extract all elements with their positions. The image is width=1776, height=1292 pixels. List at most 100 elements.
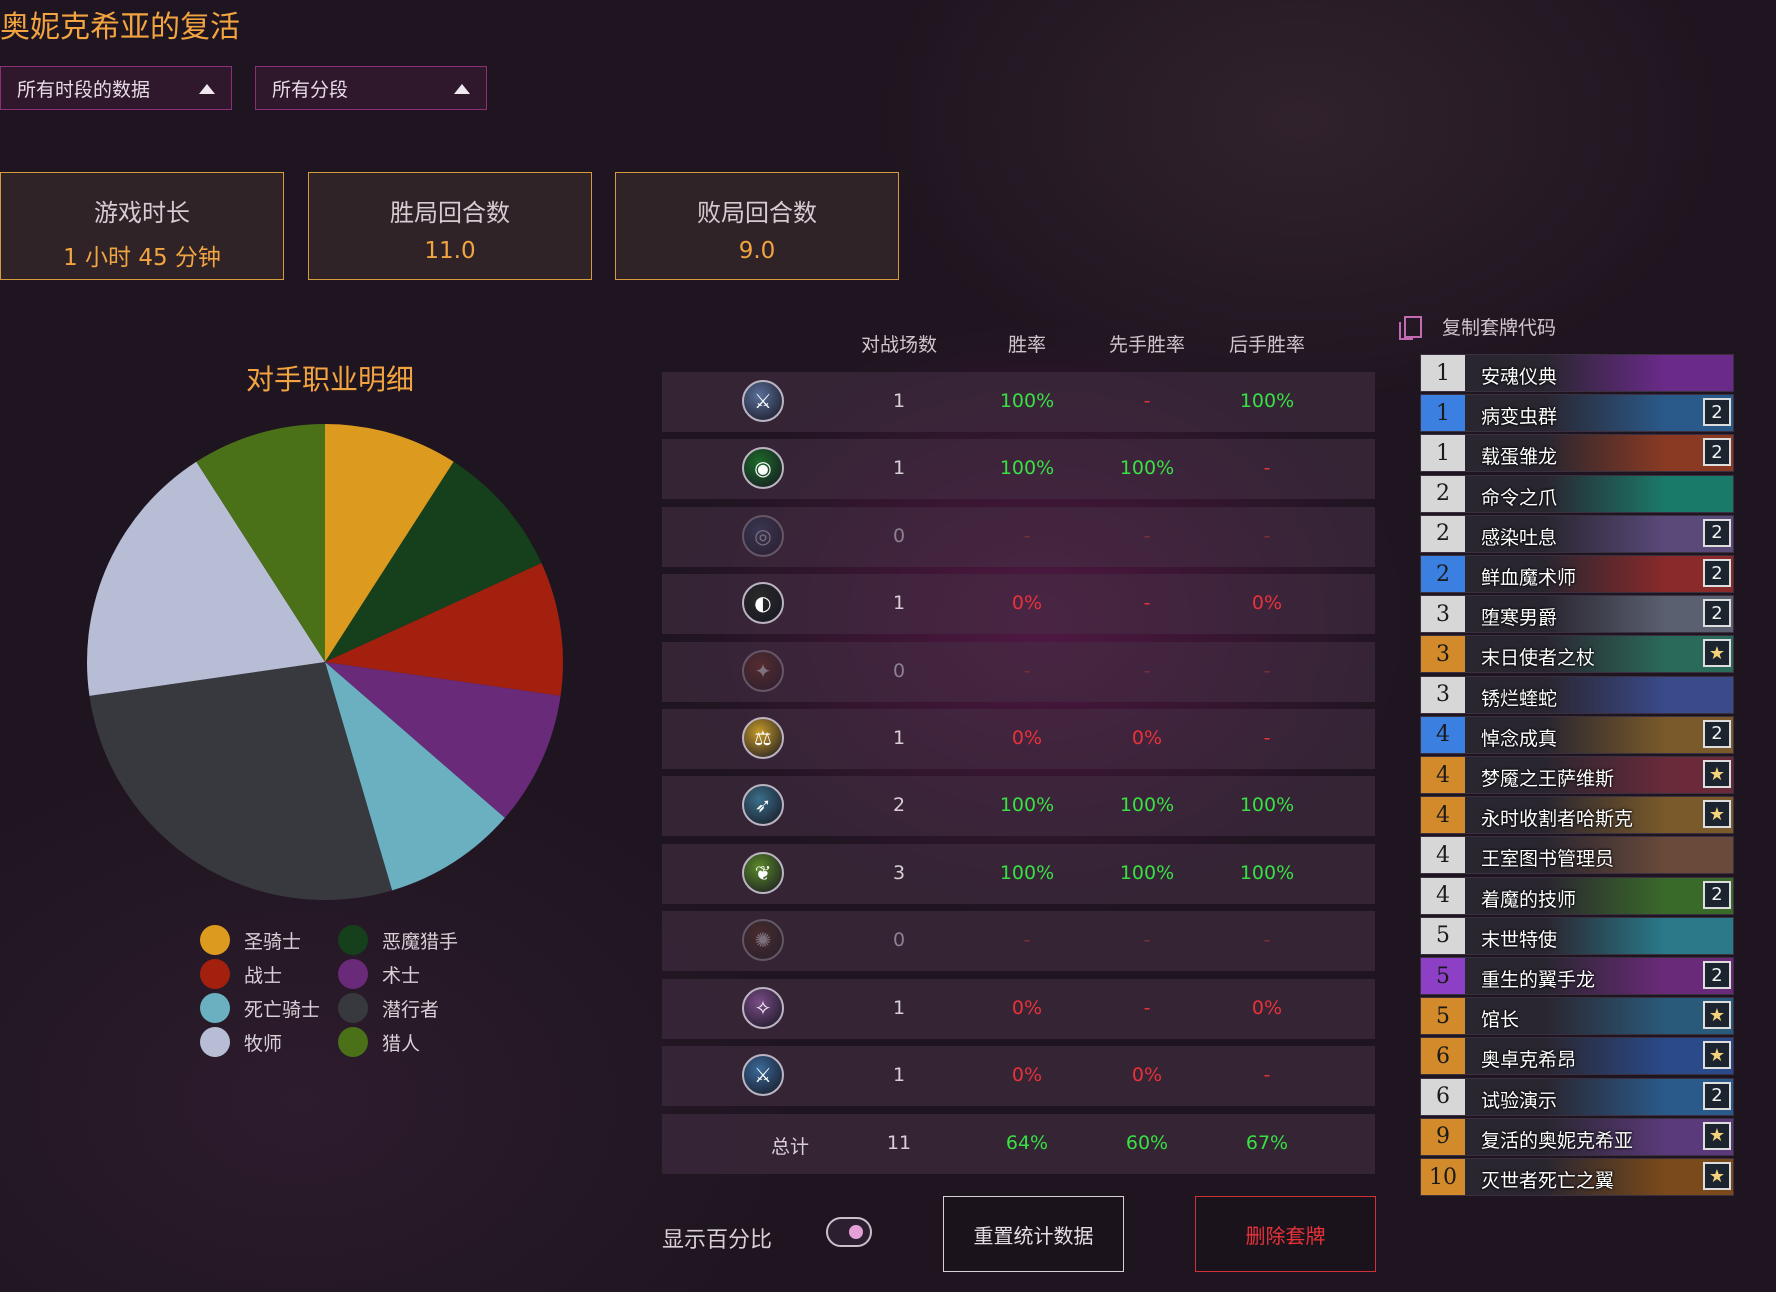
- table-row: ◉ 1 100% 100% -: [662, 439, 1375, 500]
- winrate: -: [1023, 929, 1031, 952]
- first-winrate: -: [1143, 524, 1151, 547]
- table-row: ⚔ 1 100% - 100%: [662, 372, 1375, 432]
- second-winrate: 100%: [1239, 861, 1295, 884]
- legend-swatch: [338, 959, 368, 989]
- card-name: 锈烂蝰蛇: [1481, 687, 1558, 710]
- deck-card[interactable]: 3 锈烂蝰蛇: [1420, 675, 1734, 714]
- deck-card[interactable]: 4 梦魇之王萨维斯 ★: [1420, 756, 1734, 794]
- death-knight-class-icon: ⚔: [742, 1054, 784, 1096]
- card-name: 载蛋雏龙: [1481, 446, 1558, 469]
- copy-deck-code-label: 复制套牌代码: [1442, 317, 1557, 339]
- deck-card[interactable]: 4 王室图书管理员: [1420, 836, 1734, 875]
- games-count: 1: [892, 592, 906, 615]
- deck-card[interactable]: 2 鲜血魔术师 2: [1420, 555, 1734, 593]
- legend-swatch: [200, 959, 230, 989]
- deck-card[interactable]: 5 末世特使: [1420, 916, 1734, 955]
- show-percent-label: 显示百分比: [662, 1228, 773, 1253]
- legendary-star-icon: ★: [1703, 800, 1731, 829]
- shaman-class-icon: ◎: [742, 514, 784, 557]
- second-winrate: -: [1263, 524, 1271, 547]
- time-filter-label: 所有时段的数据: [17, 78, 151, 101]
- deck-card[interactable]: 4 永时收割者哈斯克 ★: [1420, 796, 1734, 835]
- deck-card[interactable]: 6 试验演示 2: [1420, 1077, 1734, 1116]
- games-count: 0: [892, 524, 906, 547]
- winrate: 100%: [999, 457, 1055, 480]
- games-count: 0: [892, 659, 906, 682]
- caret-up-icon: [199, 84, 215, 94]
- table-row: ➶ 2 100% 100% 100%: [662, 776, 1375, 837]
- stat-value: 1 小时 45 分钟: [63, 245, 221, 271]
- deck-card[interactable]: 5 馆长 ★: [1420, 997, 1734, 1036]
- toggle-knob: [849, 1225, 863, 1239]
- deck-card[interactable]: 2 命令之爪: [1420, 474, 1734, 513]
- games-count: 1: [892, 996, 906, 1019]
- card-cost: 4: [1421, 877, 1465, 914]
- stat-value: 11.0: [424, 238, 476, 264]
- winrate: -: [1023, 659, 1031, 682]
- first-winrate: 0%: [1131, 1064, 1163, 1086]
- second-winrate: -: [1263, 1064, 1271, 1086]
- legend-item: 猎人: [338, 1027, 420, 1057]
- table-row: ✺ 0 - - -: [662, 911, 1375, 972]
- card-cost: 9: [1421, 1118, 1465, 1155]
- first-winrate: 100%: [1119, 861, 1175, 884]
- games-count: 1: [892, 457, 906, 480]
- rank-filter-dropdown[interactable]: 所有分段: [255, 66, 487, 110]
- card-cost: 4: [1421, 837, 1465, 874]
- card-cost: 1: [1421, 435, 1465, 472]
- legendary-star-icon: ★: [1703, 1041, 1731, 1070]
- col-header-second-winrate: 后手胜率: [1228, 334, 1305, 356]
- winrate: 0%: [1011, 1064, 1043, 1086]
- second-winrate: 0%: [1251, 592, 1283, 615]
- legend-item: 圣骑士: [200, 925, 301, 955]
- card-name: 王室图书管理员: [1481, 848, 1615, 871]
- deck-card[interactable]: 1 载蛋雏龙 2: [1420, 434, 1734, 473]
- card-name: 着魔的技师: [1481, 888, 1577, 911]
- card-name: 命令之爪: [1481, 486, 1558, 509]
- card-name: 病变虫群: [1481, 406, 1558, 429]
- time-filter-dropdown[interactable]: 所有时段的数据: [0, 66, 232, 110]
- deck-card[interactable]: 2 感染吐息 2: [1420, 514, 1734, 553]
- show-percent-toggle[interactable]: [826, 1217, 872, 1247]
- reset-stats-button[interactable]: 重置统计数据: [943, 1196, 1124, 1272]
- legend-swatch: [338, 993, 368, 1023]
- deck-card[interactable]: 3 末日使者之杖 ★: [1420, 635, 1734, 674]
- games-count: 3: [892, 861, 906, 884]
- deck-card[interactable]: 6 奥卓克希昂 ★: [1420, 1037, 1734, 1076]
- card-count-badge: 2: [1703, 599, 1731, 628]
- winrate: -: [1023, 524, 1031, 547]
- card-name: 悼念成真: [1481, 727, 1558, 750]
- card-cost: 1: [1421, 355, 1465, 391]
- card-cost: 2: [1421, 556, 1465, 592]
- page-title: 奥妮克希亚的复活: [0, 10, 240, 45]
- delete-deck-button[interactable]: 删除套牌: [1195, 1196, 1376, 1272]
- legendary-star-icon: ★: [1703, 1162, 1731, 1190]
- card-cost: 6: [1421, 1038, 1465, 1075]
- deck-card[interactable]: 3 堕寒男爵 2: [1420, 595, 1734, 634]
- stat-box-play-time: 游戏时长 1 小时 45 分钟: [0, 172, 284, 280]
- deck-card[interactable]: 1 安魂仪典: [1420, 354, 1734, 392]
- second-winrate: -: [1263, 727, 1271, 749]
- second-winrate: -: [1263, 929, 1271, 952]
- deck-card[interactable]: 10 灭世者死亡之翼 ★: [1420, 1158, 1734, 1196]
- card-name: 安魂仪典: [1481, 366, 1558, 388]
- card-name: 梦魇之王萨维斯: [1481, 768, 1615, 790]
- card-cost: 6: [1421, 1078, 1465, 1115]
- deck-card[interactable]: 9 复活的奥妮克希亚 ★: [1420, 1117, 1734, 1156]
- legend-label: 圣骑士: [244, 930, 302, 953]
- card-name: 灭世者死亡之翼: [1481, 1170, 1615, 1192]
- first-winrate: -: [1143, 929, 1151, 952]
- deck-card[interactable]: 5 重生的翼手龙 2: [1420, 957, 1734, 995]
- deck-card[interactable]: 4 着魔的技师 2: [1420, 876, 1734, 915]
- deck-card[interactable]: 4 悼念成真 2: [1420, 715, 1734, 754]
- deck-card[interactable]: 1 病变虫群 2: [1420, 394, 1734, 433]
- hunter-class-icon: ➶: [742, 784, 784, 827]
- copy-deck-code-button[interactable]: 复制套牌代码: [1399, 313, 1557, 340]
- legend-item: 术士: [338, 959, 420, 989]
- demon-hunter-class-icon: ◉: [742, 447, 784, 490]
- card-cost: 5: [1421, 998, 1465, 1035]
- games-count: 1: [892, 390, 906, 412]
- first-winrate: -: [1143, 659, 1151, 682]
- col-header-games: 对战场数: [860, 334, 937, 356]
- stat-label: 胜局回合数: [390, 199, 510, 227]
